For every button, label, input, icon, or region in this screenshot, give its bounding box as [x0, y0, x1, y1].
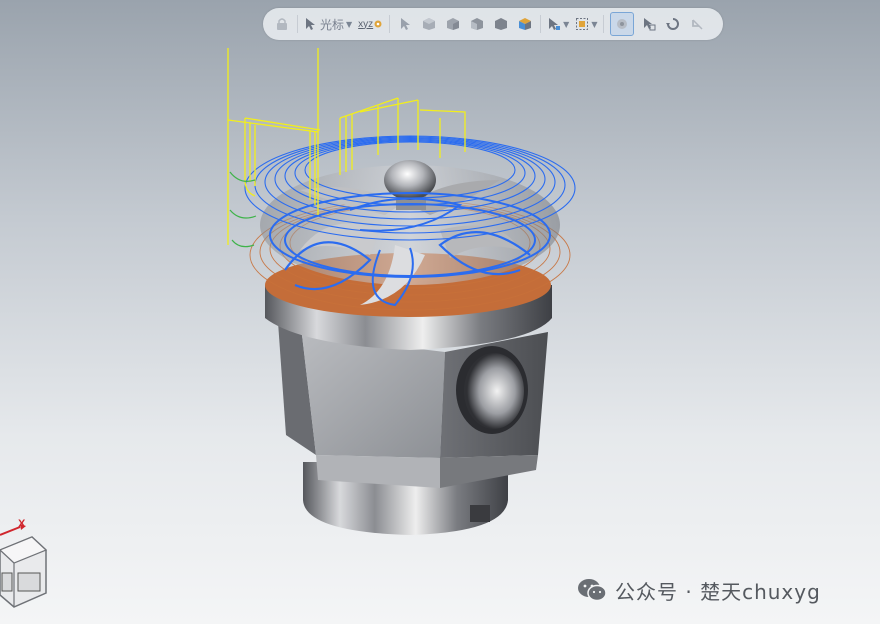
chevron-down-icon[interactable]: ▼	[591, 20, 597, 29]
chevron-down-icon[interactable]: ▼	[563, 20, 569, 29]
pointer-icon[interactable]	[396, 13, 414, 35]
view-toolbar: 光标 ▼ xyz ▼ ▼	[263, 8, 723, 40]
cursor-select-button[interactable]: 光标 ▼	[304, 13, 352, 35]
watermark-text: 公众号 · 楚天chuxyg	[615, 579, 821, 604]
x-axis-label: X	[18, 518, 26, 530]
select-cursor-icon	[306, 18, 315, 30]
toolbar-divider	[297, 15, 298, 33]
undo-icon[interactable]	[688, 13, 706, 35]
wechat-icon	[578, 579, 607, 602]
select-filter-icon	[549, 18, 561, 30]
rotate-icon[interactable]	[664, 13, 682, 35]
pick-icon[interactable]	[640, 13, 658, 35]
toolbar-divider	[389, 15, 391, 33]
cursor-label: 光标	[320, 17, 345, 32]
gear-icon	[374, 20, 382, 28]
xyz-label: xyz	[358, 18, 374, 30]
cad-viewport[interactable]	[0, 0, 880, 624]
cube-front-icon[interactable]	[468, 13, 486, 35]
color-cube-icon[interactable]	[516, 13, 534, 35]
cube-side-icon[interactable]	[492, 13, 510, 35]
cube-shaded-icon[interactable]	[420, 13, 438, 35]
select-filter-button[interactable]: ▼	[547, 13, 569, 35]
watermark: 公众号 · 楚天chuxyg	[577, 574, 821, 606]
toolpath-green	[229, 171, 257, 248]
view-cube[interactable]: X Y	[0, 515, 60, 620]
toolbar-divider	[603, 15, 605, 33]
chevron-down-icon[interactable]: ▼	[346, 20, 352, 29]
box-select-button[interactable]: ▼	[575, 13, 597, 35]
visibility-icon	[617, 19, 628, 29]
lock-icon[interactable]	[273, 13, 291, 35]
cube-wire-icon[interactable]	[444, 13, 462, 35]
visibility-toggle[interactable]	[610, 12, 635, 36]
toolbar-divider	[540, 15, 542, 33]
xyz-button[interactable]: xyz	[358, 13, 383, 35]
box-select-icon	[576, 18, 589, 30]
